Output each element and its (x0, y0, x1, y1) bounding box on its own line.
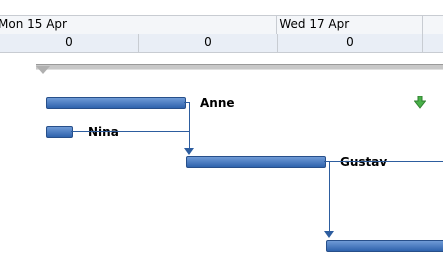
gantt-bar[interactable] (326, 240, 443, 252)
dependency-arrow-icon (324, 231, 334, 238)
timescale-date-cell: Wed 17 Apr (277, 16, 424, 34)
timescale-count-label: 0 (346, 35, 354, 49)
timescale-major-row: Mon 15 Apr Wed 17 Apr (0, 15, 443, 35)
timescale-minor-row: 0 0 0 (0, 34, 443, 53)
timescale-date-label: Wed 17 Apr (279, 17, 350, 31)
timescale-count-label: 0 (204, 35, 212, 49)
dependency-link (189, 102, 190, 148)
gantt-bar-nina[interactable] (46, 126, 73, 138)
gantt-label-anne: Anne (200, 96, 235, 110)
dependency-link (329, 161, 330, 231)
dependency-arrow-icon (184, 148, 194, 155)
timeline-scrollbar[interactable] (36, 64, 443, 70)
timescale-date-cell: Mon 15 Apr (0, 16, 278, 34)
timeline-slider-handle[interactable] (36, 66, 50, 74)
gantt-label-gustav: Gustav (340, 155, 388, 169)
timescale-count-cell: 0 (139, 34, 278, 52)
green-down-arrow-icon (414, 96, 426, 109)
gantt-bar-anne[interactable] (46, 97, 186, 109)
dependency-link (324, 161, 443, 162)
timescale-count-cell (423, 34, 443, 52)
timescale-count-cell: 0 (278, 34, 423, 52)
timescale-date-label: Mon 15 Apr (0, 17, 67, 31)
timescale-date-cell (423, 16, 443, 34)
gantt-label-nina: Nina (88, 125, 119, 139)
dependency-link (71, 131, 189, 132)
timescale-count-label: 0 (65, 35, 73, 49)
timescale-count-cell: 0 (0, 34, 139, 52)
gantt-bar-gustav[interactable] (186, 156, 326, 168)
